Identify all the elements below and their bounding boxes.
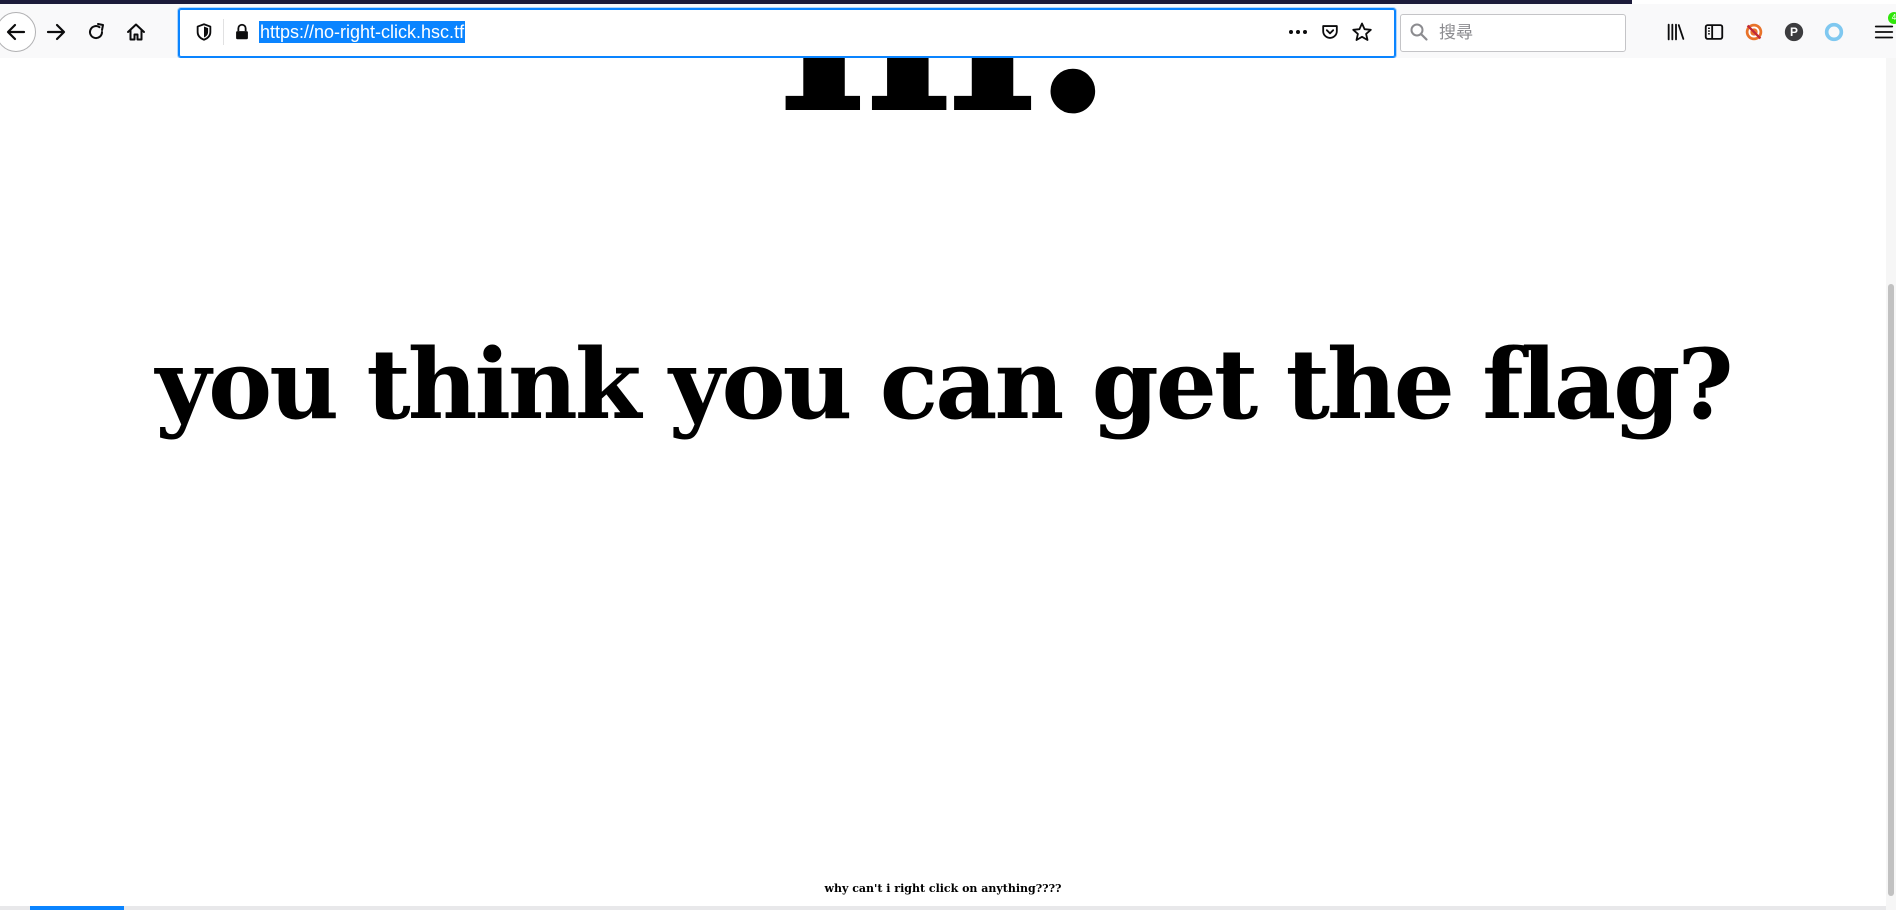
urlbar-separator: [223, 19, 224, 45]
blocked-extension-icon[interactable]: [1742, 20, 1766, 44]
tracking-protection-shield-icon[interactable]: [193, 21, 215, 43]
sidebar-icon[interactable]: [1702, 20, 1726, 44]
search-placeholder: 搜尋: [1439, 23, 1473, 42]
question-heading: you think you can get the flag?: [155, 328, 1733, 441]
library-icon[interactable]: [1664, 20, 1688, 44]
house-icon: [127, 23, 145, 41]
search-bar[interactable]: 搜尋: [1400, 14, 1626, 52]
extension-ring-icon[interactable]: [1822, 20, 1846, 44]
arrow-right-icon: [46, 23, 66, 41]
reload-button[interactable]: [78, 14, 114, 50]
pocket-icon[interactable]: [1319, 21, 1341, 43]
home-button[interactable]: [118, 14, 154, 50]
bookmark-star-icon[interactable]: [1351, 21, 1373, 43]
page-actions-ellipsis-icon[interactable]: [1287, 21, 1309, 43]
refresh-icon: [89, 23, 104, 40]
extension-p-icon[interactable]: P: [1782, 20, 1806, 44]
vertical-scrollbar[interactable]: [1886, 58, 1896, 910]
forward-button[interactable]: [38, 14, 74, 50]
update-badge: 4: [1888, 12, 1896, 24]
greeting-heading: hi.: [0, 58, 1886, 146]
search-icon: [1410, 23, 1428, 41]
browser-toolbar: https://no-right-click.hsc.tf 搜尋 P 4: [0, 4, 1896, 58]
status-bar-line: [0, 906, 1886, 910]
arrow-left-icon: [6, 23, 26, 41]
back-button[interactable]: [0, 12, 36, 52]
address-bar[interactable]: https://no-right-click.hsc.tf: [178, 8, 1396, 58]
footer-text: why can't i right click on anything????: [824, 882, 1062, 895]
web-page-content: hi. you think you can get the flag? why …: [0, 58, 1886, 910]
url-text[interactable]: https://no-right-click.hsc.tf: [259, 21, 466, 43]
lock-icon[interactable]: [231, 21, 253, 43]
hamburger-menu-icon[interactable]: 4: [1872, 12, 1896, 44]
scrollbar-thumb[interactable]: [1888, 284, 1894, 896]
tab-progress-indicator: [30, 906, 124, 910]
svg-text:P: P: [1790, 25, 1798, 39]
